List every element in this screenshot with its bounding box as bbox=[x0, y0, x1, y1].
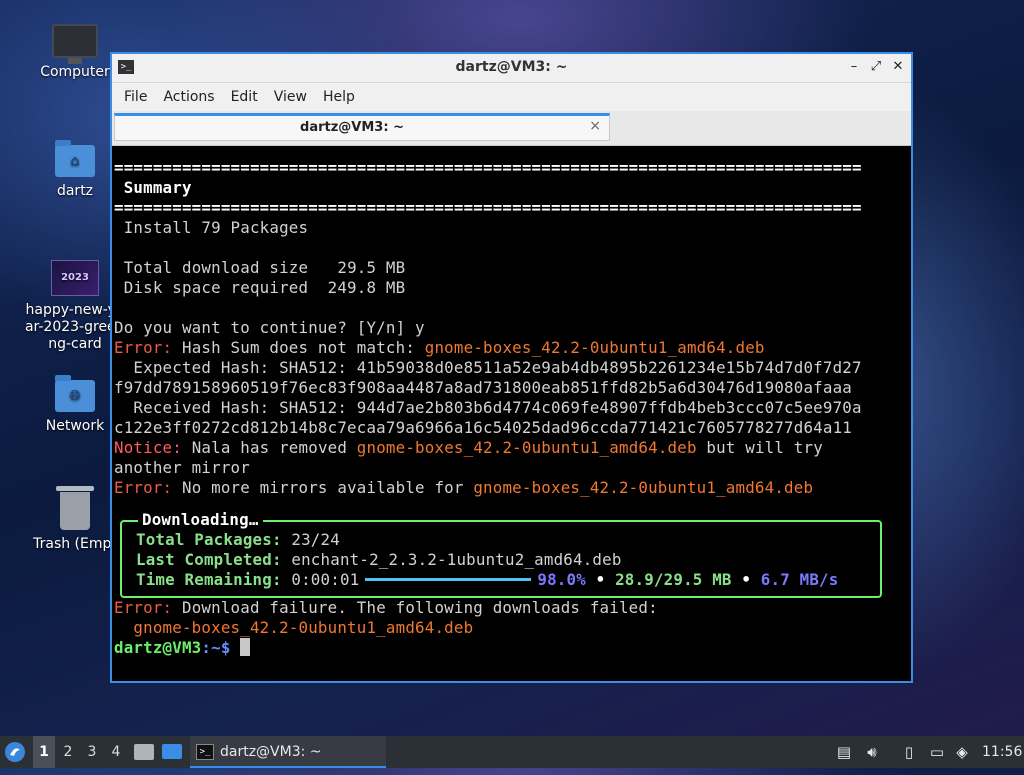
clock[interactable]: 11:56 bbox=[982, 736, 1022, 768]
failed-package-line: gnome-boxes_42.2-0ubuntu1_amd64.deb bbox=[133, 618, 474, 637]
volume-icon[interactable]: 🔊︎ bbox=[860, 736, 884, 768]
rule-line: ========================================… bbox=[114, 198, 862, 217]
menu-file[interactable]: File bbox=[116, 89, 155, 105]
time-remaining-row: Time Remaining: 0:00:01 98.0% • 28.9/29.5… bbox=[136, 570, 839, 589]
progress-percent: 98.0% bbox=[537, 570, 586, 589]
menu-actions[interactable]: Actions bbox=[155, 89, 222, 105]
start-menu-button[interactable] bbox=[4, 736, 30, 768]
bytes-transferred: 28.9/29.5 MB bbox=[615, 570, 732, 589]
network-tray-icon[interactable]: ▭ bbox=[925, 736, 949, 768]
total-packages-row: Total Packages: 23/24 bbox=[136, 530, 340, 549]
summary-heading: Summary bbox=[123, 178, 192, 197]
download-speed: 6.7 MB/s bbox=[760, 570, 839, 589]
menu-view[interactable]: View bbox=[266, 89, 315, 105]
workspace-1[interactable]: 1 bbox=[33, 736, 55, 768]
notice-line-2: another mirror bbox=[114, 458, 250, 477]
notice-line: Notice: Nala has removed gnome-boxes_42.… bbox=[114, 438, 823, 457]
received-hash-line-2: c122e3ff0272cd812b14b8c7ecaa79a6966a16c5… bbox=[114, 418, 852, 437]
hash-error-line: Error: Hash Sum does not match: gnome-bo… bbox=[114, 338, 765, 357]
taskbar: 1 2 3 4 >_ dartz@VM3: ~ ▤ 🔊︎ ▯ ▭ ◈ 11:56 bbox=[0, 736, 1024, 768]
file-manager-launcher[interactable] bbox=[134, 736, 156, 768]
show-desktop-launcher[interactable] bbox=[162, 736, 184, 768]
workspace-2[interactable]: 2 bbox=[57, 736, 79, 768]
download-size-line: Total download size 29.5 MB bbox=[123, 258, 406, 277]
notes-icon[interactable]: ▯ bbox=[897, 736, 921, 768]
home-folder-icon: ⌂ bbox=[55, 140, 95, 177]
continue-prompt: Do you want to continue? [Y/n] y bbox=[114, 318, 425, 337]
network-folder-icon: 🌐︎ bbox=[55, 375, 95, 412]
download-progress-panel: Downloading… Total Packages: 23/24 Last … bbox=[120, 510, 882, 598]
shell-prompt[interactable]: dartz@VM3:~$ bbox=[114, 638, 911, 658]
rule-line: ========================================… bbox=[114, 158, 862, 177]
tab-close-button[interactable]: × bbox=[589, 118, 601, 134]
tab-terminal[interactable]: dartz@VM3: ~ × bbox=[114, 113, 610, 141]
terminal-output[interactable]: ========================================… bbox=[114, 148, 911, 681]
download-failure-line: Error: Download failure. The following d… bbox=[114, 598, 658, 617]
image-thumbnail-icon: 2023 bbox=[51, 260, 99, 296]
progress-bar bbox=[365, 578, 532, 581]
file-manager-icon bbox=[134, 744, 154, 760]
download-panel-title: Downloading… bbox=[138, 510, 263, 530]
window-title: dartz@VM3: ~ bbox=[455, 59, 568, 75]
taskbar-terminal-button[interactable]: >_ dartz@VM3: ~ bbox=[190, 736, 386, 768]
menu-bar: File Actions Edit View Help bbox=[112, 83, 911, 111]
install-line: Install 79 Packages bbox=[123, 218, 309, 237]
expected-hash-line-2: f97dd789158960519f76ec83f908aa4487a8ad73… bbox=[114, 378, 852, 397]
terminal-window: >_ dartz@VM3: ~ – ⤢ ✕ File Actions Edit … bbox=[110, 52, 913, 683]
menu-edit[interactable]: Edit bbox=[223, 89, 266, 105]
mirror-error-line: Error: No more mirrors available for gno… bbox=[114, 478, 814, 497]
computer-icon bbox=[52, 24, 98, 64]
disk-space-line: Disk space required 249.8 MB bbox=[123, 278, 406, 297]
tab-bar: dartz@VM3: ~ × bbox=[112, 111, 911, 146]
workspace-3[interactable]: 3 bbox=[81, 736, 103, 768]
expected-hash-line: Expected Hash: SHA512: 41b59038d0e8511a5… bbox=[133, 358, 862, 377]
text-cursor bbox=[240, 638, 251, 656]
close-button[interactable]: ✕ bbox=[889, 58, 907, 76]
terminal-icon: >_ bbox=[196, 744, 214, 760]
updates-icon[interactable]: ◈ bbox=[950, 736, 974, 768]
minimize-button[interactable]: – bbox=[845, 58, 863, 76]
clipboard-icon[interactable]: ▤ bbox=[832, 736, 856, 768]
window-titlebar[interactable]: >_ dartz@VM3: ~ – ⤢ ✕ bbox=[112, 54, 911, 83]
menu-help[interactable]: Help bbox=[315, 89, 363, 105]
received-hash-line: Received Hash: SHA512: 944d7ae2b803b6d47… bbox=[133, 398, 862, 417]
show-desktop-icon bbox=[162, 744, 182, 759]
tab-label: dartz@VM3: ~ bbox=[300, 120, 404, 135]
workspace-4[interactable]: 4 bbox=[105, 736, 127, 768]
taskbar-task-label: dartz@VM3: ~ bbox=[220, 744, 322, 760]
last-completed-row: Last Completed: enchant-2_2.3.2-1ubuntu2… bbox=[136, 550, 622, 569]
maximize-button[interactable]: ⤢ bbox=[867, 58, 885, 76]
start-menu-icon bbox=[5, 742, 25, 762]
trash-icon bbox=[56, 486, 94, 530]
